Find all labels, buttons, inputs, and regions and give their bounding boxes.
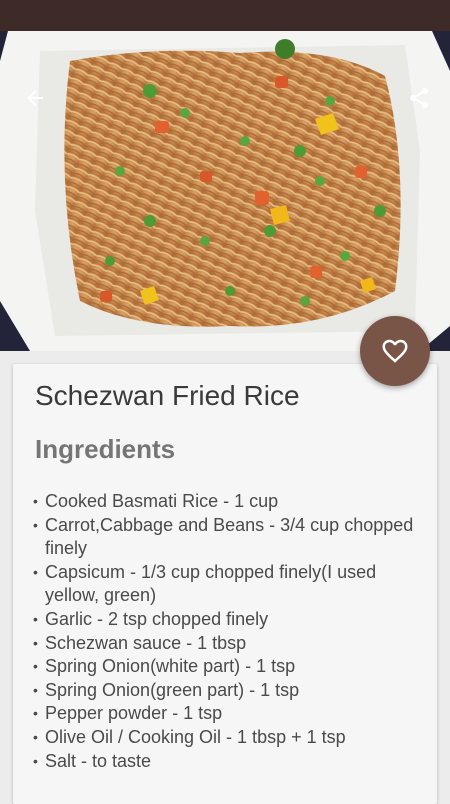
ingredient-item: • Spring Onion(white part) - 1 tsp xyxy=(33,655,427,679)
ingredient-text: Salt - to taste xyxy=(45,750,152,771)
bullet-icon: • xyxy=(33,610,38,627)
ingredients-heading: Ingredients xyxy=(35,434,176,464)
ingredients-list: • Cooked Basmati Rice - 1 cup • Carrot,Cab… xyxy=(33,490,427,773)
ingredient-item: • Carrot,Cabbage and Beans - 3/4 cup chop… xyxy=(33,514,427,561)
ingredient-text: Olive Oil / Cooking Oil - 1 tbsp + 1 tsp xyxy=(45,726,346,747)
arrow-back-icon xyxy=(27,90,43,106)
ingredient-text: Spring Onion(green part) - 1 tsp xyxy=(45,679,300,700)
recipe-card: Schezwan Fried Rice Ingredients • Cooked … xyxy=(13,364,437,804)
bullet-icon: • xyxy=(33,516,38,533)
recipe-image xyxy=(0,31,450,351)
ingredient-item: • Pepper powder - 1 tsp xyxy=(33,702,427,726)
bullet-icon: • xyxy=(33,658,38,675)
ingredient-item: • Capsicum - 1/3 cup chopped finely(I use… xyxy=(33,561,427,608)
ingredient-text: Capsicum - 1/3 cup chopped finely(I used… xyxy=(45,561,377,606)
ingredient-item: • Schezwan sauce - 1 tbsp xyxy=(33,632,427,656)
status-bar xyxy=(0,0,450,31)
heart-outline-icon xyxy=(382,339,408,363)
share-button[interactable] xyxy=(402,81,436,115)
bullet-icon: • xyxy=(33,634,38,651)
bullet-icon: • xyxy=(33,728,38,745)
recipe-title: Schezwan Fried Rice xyxy=(35,380,300,411)
ingredient-item: • Olive Oil / Cooking Oil - 1 tbsp + 1 ts… xyxy=(33,726,427,750)
bullet-icon: • xyxy=(33,681,38,698)
ingredient-text: Garlic - 2 tsp chopped finely xyxy=(45,608,269,629)
bullet-icon: • xyxy=(33,705,38,722)
ingredient-item: • Salt - to taste xyxy=(33,750,427,774)
ingredient-text: Spring Onion(white part) - 1 tsp xyxy=(45,656,296,677)
ingredient-text: Cooked Basmati Rice - 1 cup xyxy=(45,491,279,511)
bullet-icon: • xyxy=(33,493,38,509)
favorite-button[interactable] xyxy=(360,316,430,386)
ingredient-text: Pepper powder - 1 tsp xyxy=(45,703,223,724)
bullet-icon: • xyxy=(33,752,38,769)
ingredient-item: • Cooked Basmati Rice - 1 cup xyxy=(33,490,427,514)
share-icon xyxy=(410,88,428,108)
bullet-icon: • xyxy=(33,563,38,580)
ingredient-text: Carrot,Cabbage and Beans - 3/4 cup chopp… xyxy=(45,514,414,559)
ingredient-item: • Spring Onion(green part) - 1 tsp xyxy=(33,679,427,703)
back-button[interactable] xyxy=(18,81,52,115)
ingredient-text: Schezwan sauce - 1 tbsp xyxy=(45,632,247,653)
ingredient-item: • Garlic - 2 tsp chopped finely xyxy=(33,608,427,632)
